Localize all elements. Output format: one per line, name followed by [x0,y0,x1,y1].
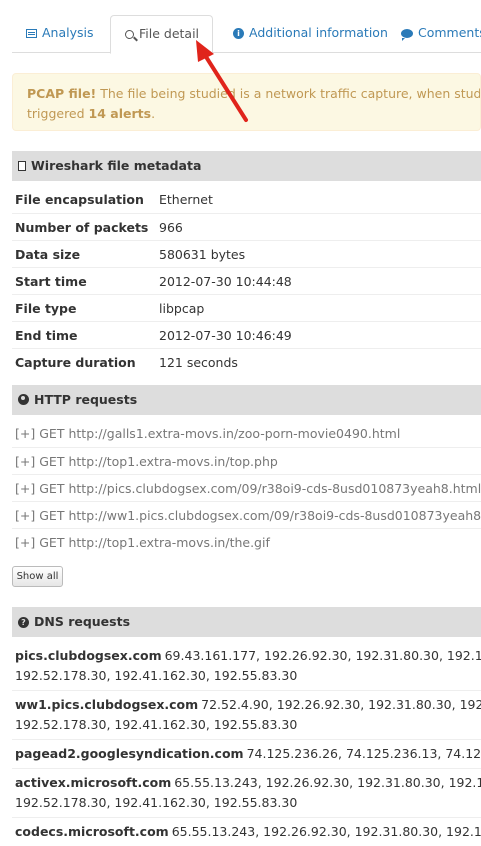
list-item[interactable]: [+] GET http://top1.extra-movs.in/the.gif [12,528,481,555]
list-item: codecs.microsoft.com 65.55.13.243, 192.26… [12,817,481,846]
expand-toggle[interactable]: [+] [15,454,35,469]
dns-host: pagead2.googlesyndication.com [15,746,244,761]
alert-text-1: The file being studied is a network traf… [96,86,481,101]
list-item: ww1.pics.clubdogsex.com 72.52.4.90, 192.2… [12,690,481,739]
dns-ips: 74.125.236.26, 74.125.236.13, 74.125.236… [246,746,481,761]
meta-value: 121 seconds [159,355,238,370]
http-url: http://top1.extra-movs.in/top.php [68,454,278,469]
table-row: File encapsulation Ethernet [12,186,481,213]
meta-value: Ethernet [159,192,213,207]
http-title: HTTP requests [34,392,138,407]
http-method: GET [39,454,65,469]
dns-host: activex.microsoft.com [15,775,172,790]
meta-label: File type [15,301,77,316]
http-url: http://top1.extra-movs.in/the.gif [68,535,270,550]
list-item[interactable]: [+] GET http://top1.extra-movs.in/top.php [12,447,481,474]
alert-count: 14 alerts [88,106,152,121]
dns-ips: 69.43.161.177, 192.26.92.30, 192.31.80.3… [164,648,481,663]
http-url: http://pics.clubdogsex.com/09/r38oi9-cds… [68,481,481,496]
table-row: Capture duration 121 seconds [12,348,481,375]
tab-comments[interactable]: Comments [401,15,481,53]
meta-label: Data size [15,247,81,262]
list-item[interactable]: [+] GET http://ww1.pics.clubdogsex.com/09/… [12,501,481,528]
tab-comments-label: Comments [418,25,481,40]
meta-label: Capture duration [15,355,136,370]
dns-ips-continued: 192.52.178.30, 192.41.162.30, 192.55.83.… [15,717,298,732]
tab-file-detail-label: File detail [139,26,200,41]
meta-value: libpcap [159,301,205,316]
file-icon [18,152,26,182]
dns-host: pics.clubdogsex.com [15,648,162,663]
dns-ips: 65.55.13.243, 192.26.92.30, 192.31.80.30… [171,824,481,839]
tab-bar: Analysis File detail i Additional informa… [12,15,481,54]
tab-additional-information-label: Additional information [249,25,388,40]
dns-host: codecs.microsoft.com [15,824,169,839]
comment-icon [401,16,413,52]
table-row: End time 2012-07-30 10:46:49 [12,321,481,348]
dns-ips: 72.52.4.90, 192.26.92.30, 192.31.80.30, … [201,697,481,712]
http-url: http://galls1.extra-movs.in/zoo-porn-mov… [68,426,401,441]
http-request-list: [+] GET http://galls1.extra-movs.in/zoo-po… [12,420,481,555]
http-method: GET [39,508,65,523]
pcap-alert: PCAP file! The file being studied is a n… [12,73,481,131]
metadata-table: File encapsulation Ethernet Number of pac… [12,186,481,375]
meta-label: Number of packets [15,220,149,235]
tab-file-detail[interactable]: File detail [110,15,213,54]
meta-label: File encapsulation [15,192,144,207]
meta-value: 2012-07-30 10:44:48 [159,274,292,289]
metadata-section-header: Wireshark file metadata [12,151,481,181]
expand-toggle[interactable]: [+] [15,508,35,523]
dns-ips-continued: 192.52.178.30, 192.41.162.30, 192.55.83.… [15,795,298,810]
meta-value: 2012-07-30 10:46:49 [159,328,292,343]
table-row: Data size 580631 bytes [12,240,481,267]
table-row: Start time 2012-07-30 10:44:48 [12,267,481,294]
dns-title: DNS requests [34,614,131,629]
dns-request-list: pics.clubdogsex.com 69.43.161.177, 192.26… [12,640,481,846]
tab-additional-information[interactable]: i Additional information [229,15,392,53]
show-all-button[interactable]: Show all [12,566,63,587]
http-section-header: HTTP requests [12,385,481,415]
list-item: pagead2.googlesyndication.com 74.125.236.… [12,739,481,768]
list-item: pics.clubdogsex.com 69.43.161.177, 192.26… [12,640,481,690]
chart-icon [26,16,37,52]
metadata-title: Wireshark file metadata [31,158,202,173]
alert-text-2-prefix: triggered [27,106,89,121]
dns-host: ww1.pics.clubdogsex.com [15,697,199,712]
globe-icon [18,386,29,416]
alert-text-2-suffix: . [151,106,156,121]
http-url: http://ww1.pics.clubdogsex.com/09/r38oi9… [68,508,481,523]
table-row: Number of packets 966 [12,213,481,240]
alert-line-2: triggered 14 alerts. [27,104,480,124]
expand-toggle[interactable]: [+] [15,535,35,550]
question-icon: ? [18,608,29,638]
table-row: File type libpcap [12,294,481,321]
http-method: GET [39,481,65,496]
meta-value: 580631 bytes [159,247,246,262]
meta-label: End time [15,328,78,343]
tab-analysis[interactable]: Analysis [18,15,102,53]
dns-section-header: ? DNS requests [12,607,481,637]
dns-ips: 65.55.13.243, 192.26.92.30, 192.31.80.30… [174,775,481,790]
info-icon: i [233,16,244,52]
search-icon [125,17,134,53]
meta-label: Start time [15,274,87,289]
dns-ips-continued: 192.52.178.30, 192.41.162.30, 192.55.83.… [15,668,298,683]
list-item: activex.microsoft.com 65.55.13.243, 192.2… [12,768,481,817]
http-method: GET [39,426,65,441]
expand-toggle[interactable]: [+] [15,426,35,441]
alert-line-1: PCAP file! The file being studied is a n… [27,84,480,104]
expand-toggle[interactable]: [+] [15,481,35,496]
alert-strong: PCAP file! [27,86,97,101]
http-method: GET [39,535,65,550]
list-item[interactable]: [+] GET http://pics.clubdogsex.com/09/r38o… [12,474,481,501]
meta-value: 966 [159,220,183,235]
tab-analysis-label: Analysis [42,25,94,40]
list-item[interactable]: [+] GET http://galls1.extra-movs.in/zoo-po… [12,420,481,447]
